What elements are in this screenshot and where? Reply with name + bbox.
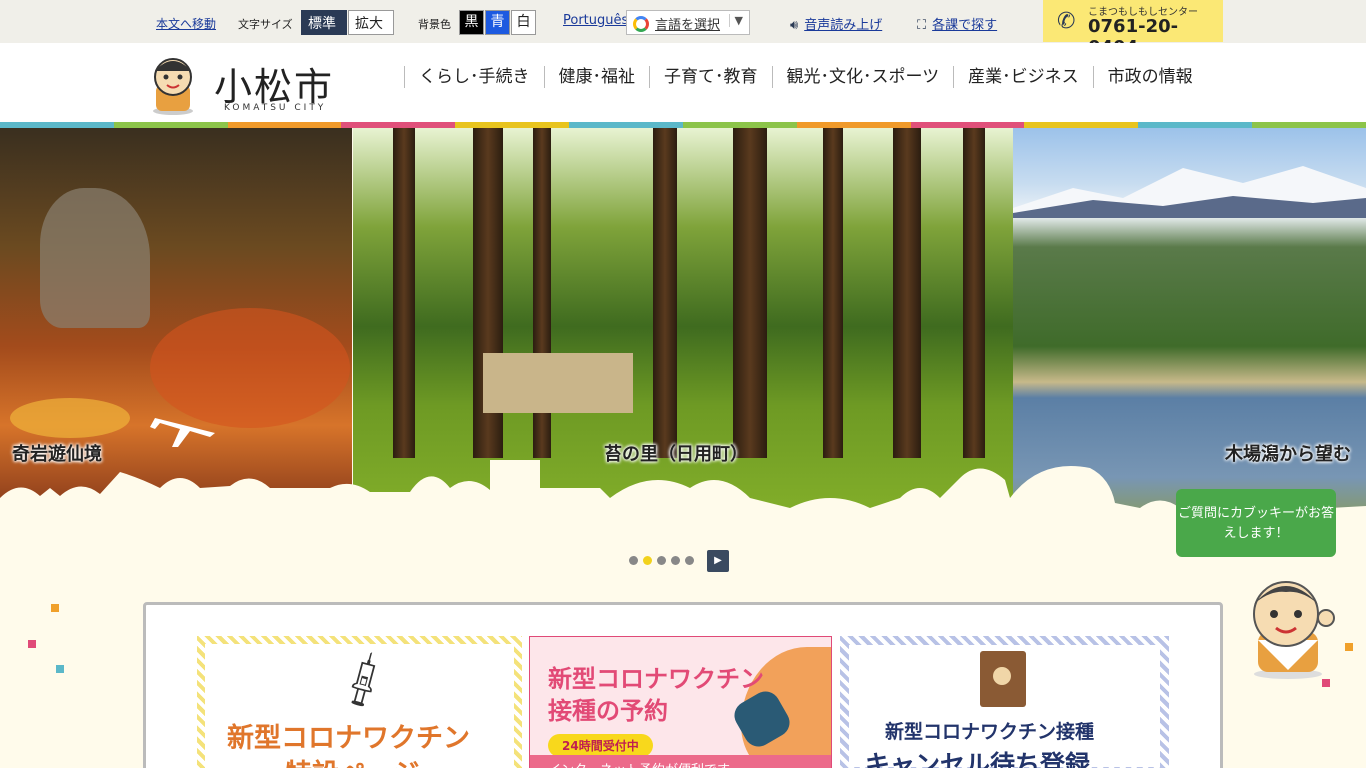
skip-to-content-link[interactable]: 本文へ移動 (156, 15, 216, 32)
font-size-label: 文字サイズ (238, 18, 293, 31)
chatbot-bubble[interactable]: ご質問にカブッキーがお答えします！ (1176, 489, 1336, 557)
confetti-decoration (1322, 679, 1330, 687)
address-book-icon (980, 651, 1026, 707)
translate-label: 言語を選択 (655, 18, 721, 33)
slider-dot[interactable] (643, 556, 652, 565)
chatbot-mascot-icon[interactable] (1240, 570, 1336, 680)
nav-item-business[interactable]: 産業･ビジネス (953, 66, 1093, 88)
call-center[interactable]: ✆ こまつもしもしセンター 0761-20-0404 (1043, 0, 1223, 58)
nav-item-childcare[interactable]: 子育て･教育 (649, 66, 772, 88)
speaker-icon: 🔊︎ (790, 18, 799, 33)
slider-dots (629, 556, 694, 565)
bg-blue-button[interactable]: 青 (485, 10, 510, 35)
chevron-down-icon: ▼ (728, 14, 743, 27)
nav-item-health[interactable]: 健康･福祉 (543, 66, 650, 88)
confetti-decoration (56, 665, 64, 673)
phone-icon: ✆ (1057, 9, 1076, 34)
slider-dot[interactable] (671, 556, 680, 565)
utility-bar: 本文へ移動 文字サイズ 標準 拡大 背景色 黒 青 白 Português 言語… (0, 0, 1366, 58)
city-silhouette (0, 460, 1366, 525)
play-button[interactable]: ▶ (707, 550, 729, 572)
google-icon (633, 16, 649, 32)
confetti-decoration (1345, 643, 1353, 651)
banner-subtitle: 特設ページ (285, 752, 419, 768)
banner-footer: インターネット予約が便利です (530, 755, 831, 768)
banner-title: 新型コロナワクチン接種 (885, 721, 1095, 743)
vaccine-reservation-banner[interactable]: 新型コロナワクチン 接種の予約 24時間受付中 インターネット予約が便利です (529, 636, 832, 768)
banner-title: 新型コロナワクチン (548, 665, 764, 693)
nav-item-tourism[interactable]: 観光･文化･スポーツ (771, 66, 954, 88)
font-size-standard-button[interactable]: 標準 (301, 10, 347, 35)
syringe-icon: 💉︎ (325, 643, 403, 720)
airplane-icon (150, 418, 215, 447)
voice-read-link[interactable]: 🔊︎ 音声読み上げ (790, 14, 882, 33)
mascot-logo-icon[interactable] (146, 53, 200, 115)
font-size-large-button[interactable]: 拡大 (348, 10, 394, 35)
bg-black-button[interactable]: 黒 (459, 10, 484, 35)
slider-dot[interactable] (685, 556, 694, 565)
hero-slider[interactable]: 奇岩遊仙境 苔の里（日用町） 木場潟から望む (0, 128, 1366, 525)
logo-subtitle: KOMATSU CITY (224, 103, 327, 113)
banner-title: 新型コロナワクチン (227, 723, 470, 754)
vaccine-special-page-banner[interactable]: 💉︎ 新型コロナワクチン 特設ページ (197, 636, 522, 768)
portuguese-link[interactable]: Português (563, 13, 628, 28)
slider-dot[interactable] (629, 556, 638, 565)
nav-item-government[interactable]: 市政の情報 (1092, 66, 1207, 88)
confetti-decoration (51, 604, 59, 612)
global-nav: くらし･手続き 健康･福祉 子育て･教育 観光･文化･スポーツ 産業･ビジネス … (404, 66, 1207, 88)
banner-subtitle: キャンセル待ち登録 (865, 750, 1091, 768)
bg-color-label: 背景色 (418, 18, 451, 31)
banner-badge: 24時間受付中 (548, 734, 653, 757)
slider-dot[interactable] (657, 556, 666, 565)
confetti-decoration (28, 640, 36, 648)
banner-subtitle: 接種の予約 (548, 697, 668, 725)
nav-item-life[interactable]: くらし･手続き (404, 66, 544, 88)
dept-search-link[interactable]: ⛶ 各課で探す (917, 14, 997, 33)
translate-select[interactable]: 言語を選択 ▼ (626, 10, 750, 35)
org-chart-icon: ⛶ (917, 18, 927, 33)
bg-white-button[interactable]: 白 (511, 10, 536, 35)
vaccine-cancellation-waitlist-banner[interactable]: 新型コロナワクチン接種 キャンセル待ち登録 (840, 636, 1169, 768)
